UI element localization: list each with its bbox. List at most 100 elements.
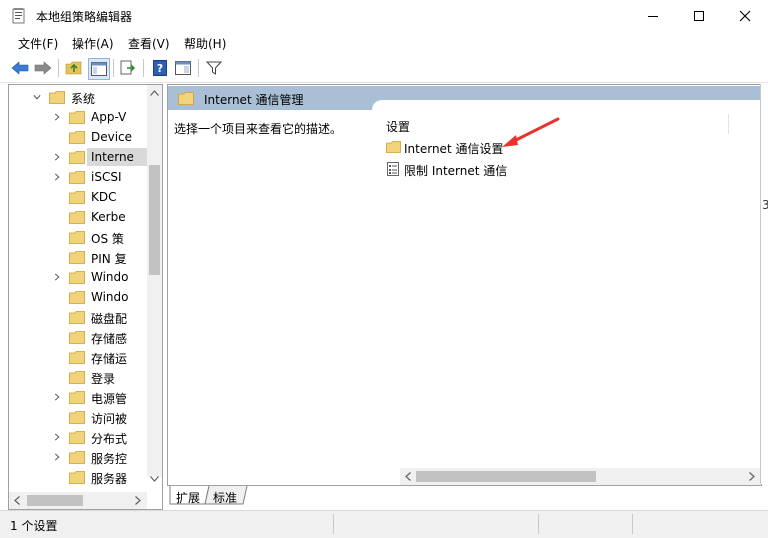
tree-item-label: iSCSI: [91, 170, 122, 184]
folder-icon: [69, 191, 85, 204]
chevron-right-icon[interactable]: [53, 172, 61, 182]
toolbar-separator: [198, 59, 199, 77]
column-header-setting[interactable]: 设置: [386, 118, 410, 135]
tree-item-label: OS 策: [91, 232, 124, 246]
tab-extended[interactable]: 扩展: [176, 489, 200, 506]
menu-bar: 文件(F) 操作(A) 查看(V) 帮助(H): [0, 32, 768, 54]
tree-item[interactable]: 服务控: [9, 447, 147, 467]
folder-icon: [69, 331, 85, 344]
folder-icon: [69, 391, 85, 404]
tree-item[interactable]: 存储运: [9, 347, 147, 367]
tree-item-label: Windo: [91, 290, 129, 304]
forward-button[interactable]: [33, 58, 53, 78]
tree-scroll-thumb[interactable]: [149, 165, 160, 275]
tree-item[interactable]: Windo: [9, 287, 147, 307]
tree-item[interactable]: 访问被: [9, 407, 147, 427]
tree-item[interactable]: PIN 复: [9, 247, 147, 267]
scroll-up-icon[interactable]: [150, 90, 159, 96]
list-item-restrict-internet-comm[interactable]: 限制 Internet 通信: [386, 160, 686, 180]
chevron-right-icon[interactable]: [53, 272, 61, 282]
scroll-right-icon[interactable]: [749, 472, 755, 481]
chevron-right-icon[interactable]: [53, 112, 61, 122]
tree-item[interactable]: 服务器: [9, 467, 147, 487]
tree-vertical-scrollbar[interactable]: [147, 85, 162, 482]
tree-item[interactable]: KDC: [9, 187, 147, 207]
chevron-right-icon[interactable]: [53, 432, 61, 442]
up-level-button[interactable]: [64, 58, 84, 78]
svg-text:?: ?: [157, 62, 163, 75]
tree-hscroll-thumb[interactable]: [27, 495, 83, 506]
export-list-button[interactable]: [118, 58, 138, 78]
toolbar-separator: [58, 59, 59, 77]
folder-icon: [69, 111, 85, 124]
tree-item-label: 存储感: [91, 332, 128, 346]
tree-item-label: Device: [91, 130, 133, 144]
tree-item[interactable]: Device: [9, 127, 147, 147]
close-icon: [739, 10, 751, 22]
tree-item-label: Interne: [91, 150, 134, 164]
scroll-right-icon[interactable]: [135, 496, 141, 505]
toolbar: ?: [0, 54, 768, 83]
properties-button[interactable]: [173, 58, 193, 78]
chevron-right-icon[interactable]: [53, 152, 61, 162]
maximize-button[interactable]: [676, 0, 722, 32]
minimize-button[interactable]: [630, 0, 676, 32]
chevron-down-icon[interactable]: [33, 92, 41, 102]
menu-view[interactable]: 查看(V): [128, 35, 170, 52]
details-hscroll-thumb[interactable]: [416, 471, 596, 482]
tree-item[interactable]: 系统: [9, 87, 147, 107]
tree-horizontal-scrollbar[interactable]: [9, 492, 147, 509]
tree-item[interactable]: Kerbe: [9, 207, 147, 227]
tree-item[interactable]: 磁盘配: [9, 307, 147, 327]
status-bar: 1 个设置: [0, 510, 768, 538]
folder-icon: [49, 91, 65, 104]
scroll-left-icon[interactable]: [14, 496, 20, 505]
tree-item[interactable]: 电源管: [9, 387, 147, 407]
tab-standard[interactable]: 标准: [213, 489, 237, 506]
details-panel: Internet 通信管理 选择一个项目来查看它的描述。 设置 Internet…: [167, 84, 762, 486]
scroll-down-icon[interactable]: [150, 476, 159, 482]
tree-item[interactable]: OS 策: [9, 227, 147, 247]
tree-item[interactable]: Windo: [9, 267, 147, 287]
folder-icon: [69, 171, 85, 184]
tree-item[interactable]: 存储感: [9, 327, 147, 347]
column-divider[interactable]: [728, 114, 729, 134]
folder-icon: [69, 151, 85, 164]
status-divider: [632, 514, 633, 534]
tree-item-label: 存储运: [91, 352, 128, 366]
tree-item-label: App-V: [91, 110, 127, 124]
tree-item[interactable]: Interne: [9, 147, 162, 167]
folder-icon: [69, 231, 85, 244]
list-item-label: 限制 Internet 通信: [404, 164, 508, 178]
tree-item-label: 系统: [71, 92, 96, 106]
menu-help[interactable]: 帮助(H): [184, 35, 226, 52]
red-arrow-annotation: [502, 117, 560, 147]
back-button[interactable]: [10, 58, 30, 78]
show-hide-tree-button[interactable]: [88, 58, 110, 80]
title-bar: 本地组策略编辑器: [0, 0, 768, 32]
tree-item-label: Kerbe: [91, 210, 126, 224]
toolbar-separator: [113, 59, 114, 77]
chevron-right-icon[interactable]: [53, 392, 61, 402]
details-horizontal-scrollbar[interactable]: [400, 468, 761, 485]
folder-icon: [69, 211, 85, 224]
gpedit-window: 本地组策略编辑器 文件(F) 操作(A) 查看(V) 帮助(H) ? 系统 Ap…: [0, 0, 768, 538]
folder-icon: [69, 311, 85, 324]
tree-item[interactable]: 分布式: [9, 427, 147, 447]
menu-file[interactable]: 文件(F): [18, 35, 58, 52]
help-button[interactable]: ?: [150, 58, 170, 78]
chevron-right-icon[interactable]: [53, 452, 61, 462]
menu-action[interactable]: 操作(A): [72, 35, 114, 52]
details-header-title: Internet 通信管理: [204, 93, 304, 107]
status-divider: [333, 514, 334, 534]
tree-panel: 系统 App-V Device Interne iSCSI KDC Kerbe OS 策 PIN…: [8, 84, 163, 510]
folder-icon: [178, 92, 194, 105]
tree-item[interactable]: 登录: [9, 367, 147, 387]
tree-item[interactable]: iSCSI: [9, 167, 147, 187]
close-button[interactable]: [722, 0, 768, 32]
properties-pane-icon: [175, 61, 191, 75]
filter-button[interactable]: [204, 58, 224, 78]
folder-icon: [69, 271, 85, 284]
scroll-left-icon[interactable]: [405, 472, 411, 481]
tree-item[interactable]: App-V: [9, 107, 147, 127]
